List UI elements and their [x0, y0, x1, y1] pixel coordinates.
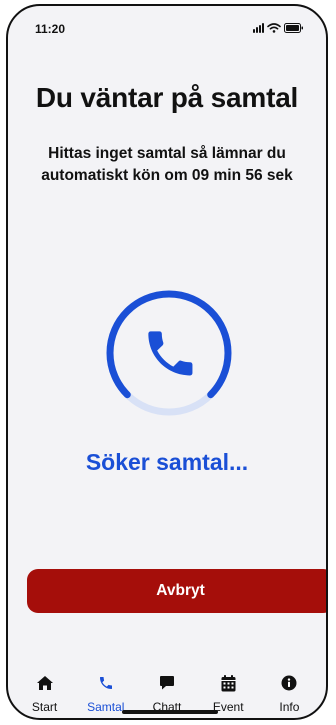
phone-icon [98, 674, 114, 692]
phone-screen: 11:20 Du väntar på samtal Hittas inget s… [6, 4, 328, 720]
tab-info[interactable]: Info [259, 664, 320, 718]
phone-icon [148, 331, 193, 376]
status-bar: 11:20 [8, 6, 326, 52]
status-time: 11:20 [35, 22, 66, 36]
queue-timeout-text: Hittas inget samtal så lämnar du automat… [41, 145, 293, 184]
status-icons [253, 23, 304, 33]
signal-icon [253, 23, 264, 33]
page-title: Du väntar på samtal [35, 82, 299, 113]
wifi-icon [267, 23, 281, 33]
tab-label: Start [31, 700, 58, 714]
search-status-text: Söker samtal... [85, 449, 249, 475]
call-search-spinner [104, 288, 234, 418]
calendar-icon [221, 674, 236, 692]
tab-start[interactable]: Start [14, 664, 75, 718]
home-indicator[interactable] [122, 710, 218, 714]
info-icon [281, 674, 297, 692]
cancel-button[interactable]: Avbryt [27, 569, 326, 613]
battery-icon [284, 23, 304, 33]
tab-label: Info [279, 700, 300, 714]
spinner-arc [106, 290, 232, 399]
chat-bubble-icon [159, 674, 175, 692]
tab-label: Samtal [87, 700, 125, 714]
home-icon [36, 674, 54, 692]
